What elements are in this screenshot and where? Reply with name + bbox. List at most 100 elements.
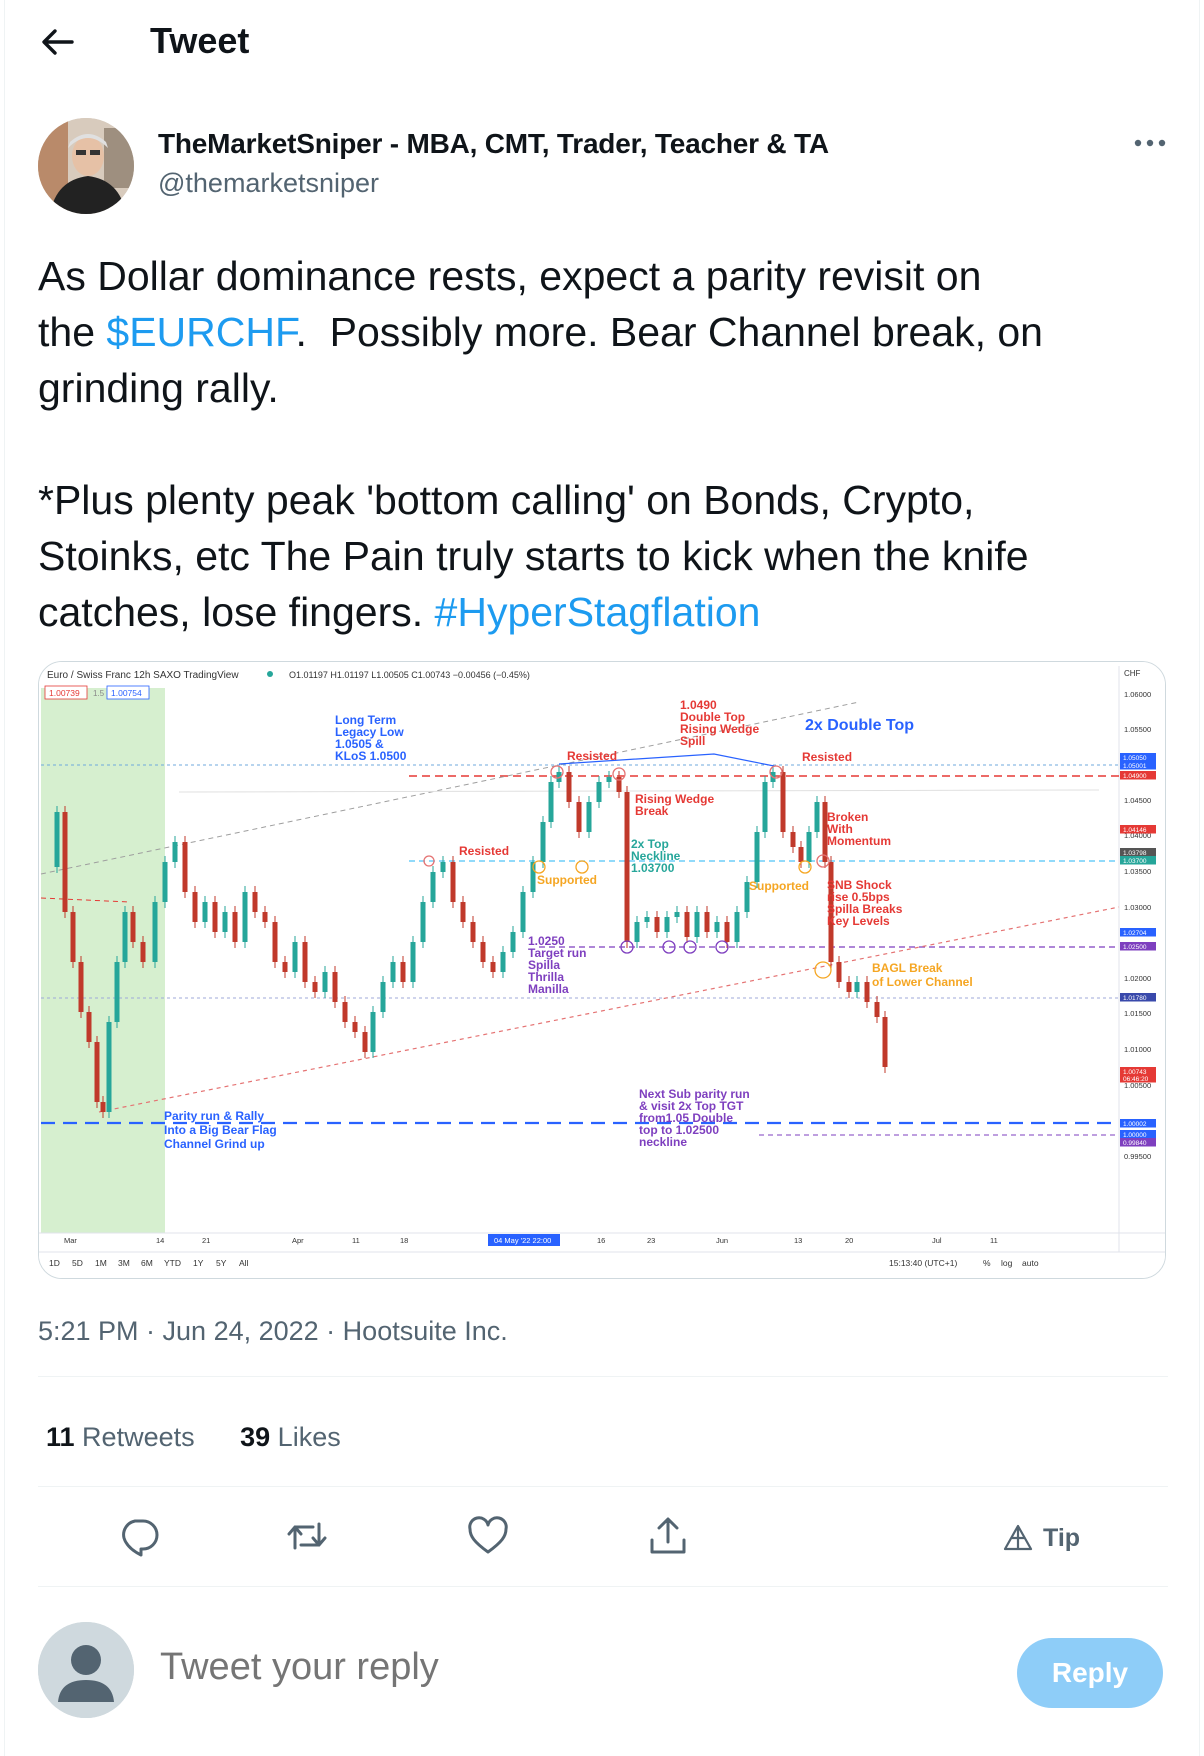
- time-axis-label: 11: [352, 1236, 360, 1245]
- heart-icon: [468, 1516, 508, 1554]
- candle-body: [596, 782, 602, 802]
- resisted-label-1: Resisted: [567, 749, 617, 763]
- candle-body: [624, 792, 630, 942]
- author-handle[interactable]: @themarketsniper: [158, 168, 379, 199]
- tweet-line: Stoinks, etc The Pain truly starts to ki…: [38, 528, 1168, 584]
- scale-option[interactable]: %: [983, 1258, 991, 1268]
- candle-body: [172, 842, 178, 862]
- candle-body: [854, 982, 860, 992]
- price-axis-label: 1.04500: [1124, 796, 1151, 805]
- chart-symbol: Euro / Swiss Franc 12h SAXO TradingView: [47, 670, 239, 681]
- candle-body: [762, 782, 768, 832]
- candle-body: [694, 912, 700, 937]
- divider: [38, 1376, 1168, 1377]
- price-tag-label: 1.01780: [1123, 995, 1147, 1002]
- candle-body: [282, 962, 288, 972]
- candle-body: [410, 942, 416, 982]
- tweet-image-chart[interactable]: Euro / Swiss Franc 12h SAXO TradingView …: [38, 661, 1166, 1279]
- timeframe-option[interactable]: 3M: [118, 1258, 130, 1268]
- candle-body: [644, 917, 650, 922]
- more-options-button[interactable]: [1128, 128, 1172, 158]
- tweet-text-segment: . Possibly more. Bear Channel break, on: [295, 309, 1043, 355]
- timeframe-option[interactable]: 1M: [95, 1258, 107, 1268]
- candle-body: [440, 862, 446, 872]
- annotation-snb-shock: Key Levels: [827, 914, 890, 928]
- candle-body: [500, 952, 506, 972]
- timeframe-option[interactable]: 1D: [49, 1258, 60, 1268]
- candle-body: [664, 917, 670, 932]
- retweet-action-button[interactable]: [283, 1512, 331, 1560]
- candle-body: [790, 832, 796, 847]
- candle-body: [420, 902, 426, 942]
- price-axis-label: 1.01500: [1124, 1009, 1151, 1018]
- timeframe-option[interactable]: 1Y: [193, 1258, 204, 1268]
- cashtag-link[interactable]: $EURCHF: [106, 309, 295, 355]
- candle-body: [222, 912, 228, 932]
- user-avatar[interactable]: [38, 1622, 134, 1718]
- supported-label-1: Supported: [537, 873, 597, 887]
- retweets-stat[interactable]: 11 Retweets: [46, 1422, 195, 1452]
- page-title: Tweet: [150, 20, 250, 61]
- divider: [38, 1486, 1168, 1487]
- tweet-line: catches, lose fingers. #HyperStagflation: [38, 584, 1168, 640]
- timeframe-selector[interactable]: 1D 5D 1M 3M 6M YTD 1Y 5Y All: [49, 1258, 249, 1268]
- candle-body: [510, 932, 516, 952]
- price-axis-label: 0.99500: [1124, 1152, 1151, 1161]
- price-tag-label: 1.04900: [1123, 773, 1147, 780]
- tweet-text-segment: *Plus plenty peak 'bottom calling' on Bo…: [38, 477, 975, 523]
- tweet-text-segment: catches, lose fingers.: [38, 589, 435, 635]
- tip-button[interactable]: Tip: [1003, 1516, 1080, 1560]
- timeframe-option[interactable]: 5Y: [216, 1258, 227, 1268]
- author-photo: [38, 118, 134, 214]
- candle-body: [342, 1002, 348, 1022]
- candle-body: [654, 917, 660, 932]
- candle-body: [70, 912, 76, 962]
- candle-body: [606, 777, 612, 782]
- price-tag-label: 1.02704: [1123, 930, 1147, 937]
- back-button[interactable]: [38, 22, 78, 62]
- timeframe-option[interactable]: 6M: [141, 1258, 153, 1268]
- reply-submit-button[interactable]: Reply: [1017, 1638, 1163, 1708]
- candle-body: [460, 902, 466, 922]
- candle-body: [182, 842, 188, 892]
- timeframe-option[interactable]: All: [239, 1258, 249, 1268]
- time-axis-label: 04 May '22 22:00: [494, 1236, 551, 1245]
- annotation-sub-parity: neckline: [639, 1135, 687, 1149]
- candle-body: [780, 772, 786, 832]
- reply-icon: [122, 1519, 159, 1557]
- hashtag-link[interactable]: #HyperStagflation: [435, 589, 761, 635]
- annotation-parity-run: Channel Grind up: [164, 1137, 265, 1151]
- candle-body: [704, 912, 710, 932]
- candle-body: [882, 1017, 888, 1067]
- likes-stat[interactable]: 39 Likes: [240, 1422, 341, 1452]
- scale-option[interactable]: auto: [1022, 1258, 1039, 1268]
- reply-action-button[interactable]: [115, 1512, 163, 1560]
- author-avatar[interactable]: [38, 118, 134, 214]
- candle-body: [322, 972, 328, 992]
- reply-input[interactable]: [160, 1646, 860, 1689]
- candle-body: [202, 902, 208, 922]
- time-axis-label: 21: [202, 1236, 210, 1245]
- timeframe-option[interactable]: 5D: [72, 1258, 83, 1268]
- price-axis-label: 1.03500: [1124, 867, 1151, 876]
- candle-body: [490, 962, 496, 972]
- time-axis-label: 13: [794, 1236, 802, 1245]
- candle-body: [62, 812, 68, 912]
- candle-body: [874, 1002, 880, 1017]
- like-action-button[interactable]: [464, 1512, 512, 1560]
- share-action-button[interactable]: [644, 1512, 692, 1560]
- price-axis-label: 1.02000: [1124, 974, 1151, 983]
- tweet-blank-line: [38, 416, 1168, 472]
- author-name[interactable]: TheMarketSniper - MBA, CMT, Trader, Teac…: [158, 128, 829, 160]
- scale-option[interactable]: log: [1001, 1258, 1013, 1268]
- candle-body: [480, 942, 486, 962]
- candle-body: [734, 912, 740, 942]
- time-axis-label: 14: [156, 1236, 164, 1245]
- ask-price: 1.00754: [111, 688, 142, 698]
- timeframe-option[interactable]: YTD: [164, 1258, 181, 1268]
- candle-body: [380, 982, 386, 1012]
- annotation-parity-run: Into a Big Bear Flag: [164, 1123, 277, 1137]
- time-axis-label: 20: [845, 1236, 853, 1245]
- tweet-timestamp-source[interactable]: 5:21 PM · Jun 24, 2022 · Hootsuite Inc.: [38, 1316, 508, 1347]
- candle-body: [242, 892, 248, 942]
